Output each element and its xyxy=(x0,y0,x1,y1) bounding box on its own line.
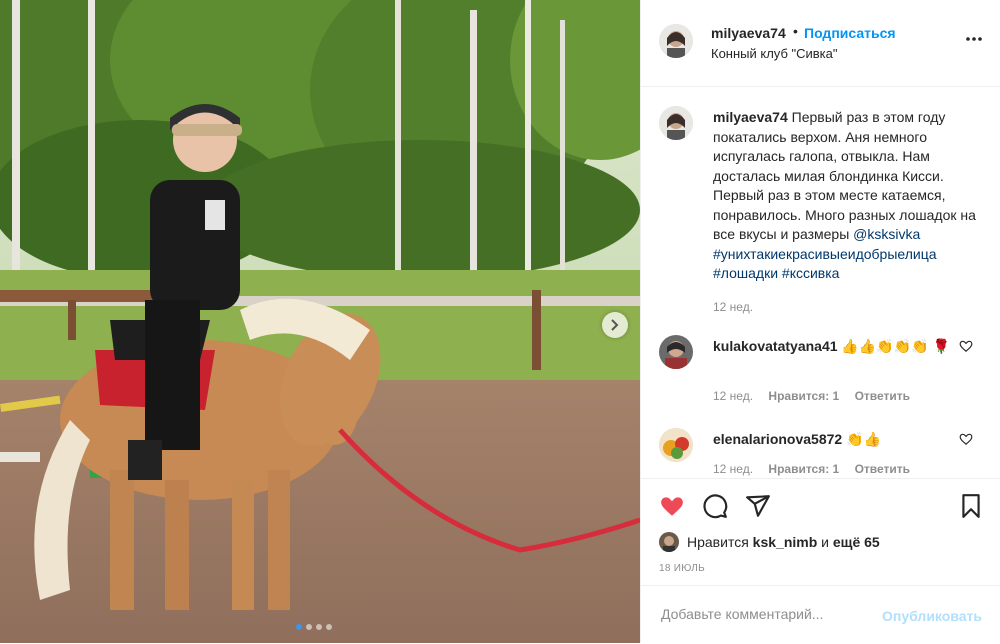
avatar-image xyxy=(659,24,693,58)
comment-avatar[interactable] xyxy=(659,428,693,462)
small-heart-icon[interactable] xyxy=(959,339,973,353)
liker-avatar[interactable] xyxy=(659,532,679,552)
likes-summary: Нравится ksk_nimb и ещё 65 xyxy=(659,531,880,553)
caption-time[interactable]: 12 нед. xyxy=(713,298,989,318)
follow-button[interactable]: Подписаться xyxy=(804,25,896,41)
avatar-image xyxy=(659,106,693,140)
comment-likes[interactable]: Нравится: 1 xyxy=(768,389,839,403)
reply-button[interactable]: Ответить xyxy=(855,462,910,476)
carousel-dot xyxy=(296,624,302,630)
header-separator: • xyxy=(793,23,798,39)
next-slide-button[interactable] xyxy=(602,312,628,338)
comment-text: elenalarionova5872 👏👍 xyxy=(713,430,953,449)
heart-icon[interactable] xyxy=(659,493,685,519)
comment-body: 👏👍 xyxy=(846,431,881,447)
avatar[interactable] xyxy=(659,24,693,58)
caption-mention[interactable]: @ksksivka xyxy=(853,226,920,242)
chevron-right-icon xyxy=(611,319,619,331)
comment-meta: 12 нед. Нравится: 1 Ответить xyxy=(713,389,922,403)
publish-button[interactable]: Опубликовать xyxy=(882,608,982,624)
comment-avatar[interactable] xyxy=(659,335,693,369)
comment-time[interactable]: 12 нед. xyxy=(713,389,753,403)
post-author-username[interactable]: milyaeva74 xyxy=(711,25,786,41)
more-icon[interactable] xyxy=(965,36,983,42)
likes-middle: и xyxy=(821,534,829,550)
post-location[interactable]: Конный клуб "Сивка" xyxy=(711,46,838,61)
post-caption: milyaeva74 Первый раз в этом году поката… xyxy=(713,108,989,317)
comment-text: kulakovatatyana41 👍👍👏👏👏 🌹 xyxy=(713,337,953,356)
post-photo[interactable] xyxy=(0,0,640,643)
avatar-image xyxy=(659,428,693,462)
caption-hashtag[interactable]: #кссивка xyxy=(782,265,840,281)
caption-text: Первый раз в этом году покатались верхом… xyxy=(713,109,976,242)
reply-button[interactable]: Ответить xyxy=(855,389,910,403)
carousel-dots xyxy=(296,624,332,630)
comment-body: 👍👍👏👏👏 🌹 xyxy=(841,338,950,354)
comment-time[interactable]: 12 нед. xyxy=(713,462,753,476)
carousel-dot xyxy=(326,624,332,630)
carousel-dot xyxy=(306,624,312,630)
caption-avatar[interactable] xyxy=(659,106,693,140)
carousel-dot xyxy=(316,624,322,630)
share-icon[interactable] xyxy=(745,493,771,519)
small-heart-icon[interactable] xyxy=(959,432,973,446)
likes-more[interactable]: ещё 65 xyxy=(833,534,880,550)
comment-likes[interactable]: Нравится: 1 xyxy=(768,462,839,476)
comment-icon[interactable] xyxy=(702,493,728,519)
caption-username[interactable]: milyaeva74 xyxy=(713,109,788,125)
caption-hashtag[interactable]: #лошадки xyxy=(713,265,778,281)
likes-prefix: Нравится xyxy=(687,534,749,550)
liker-username[interactable]: ksk_nimb xyxy=(753,534,818,550)
avatar-image xyxy=(659,335,693,369)
post-header: milyaeva74 • Подписаться Конный клуб "Си… xyxy=(641,0,1000,87)
photo-illustration xyxy=(0,0,640,643)
caption-hashtag[interactable]: #унихтакиекрасивыеидобрыелица xyxy=(713,246,937,262)
post-date[interactable]: 18 ИЮЛЬ xyxy=(659,563,705,574)
comment-username[interactable]: elenalarionova5872 xyxy=(713,431,842,447)
add-comment-bar: Опубликовать xyxy=(641,585,1000,644)
bookmark-icon[interactable] xyxy=(958,493,984,519)
comment-input[interactable] xyxy=(659,605,863,623)
comment-username[interactable]: kulakovatatyana41 xyxy=(713,338,838,354)
comment-meta: 12 нед. Нравится: 1 Ответить xyxy=(713,462,922,476)
post-side-panel: milyaeva74 • Подписаться Конный клуб "Си… xyxy=(640,0,1000,643)
avatar-image xyxy=(659,532,679,552)
